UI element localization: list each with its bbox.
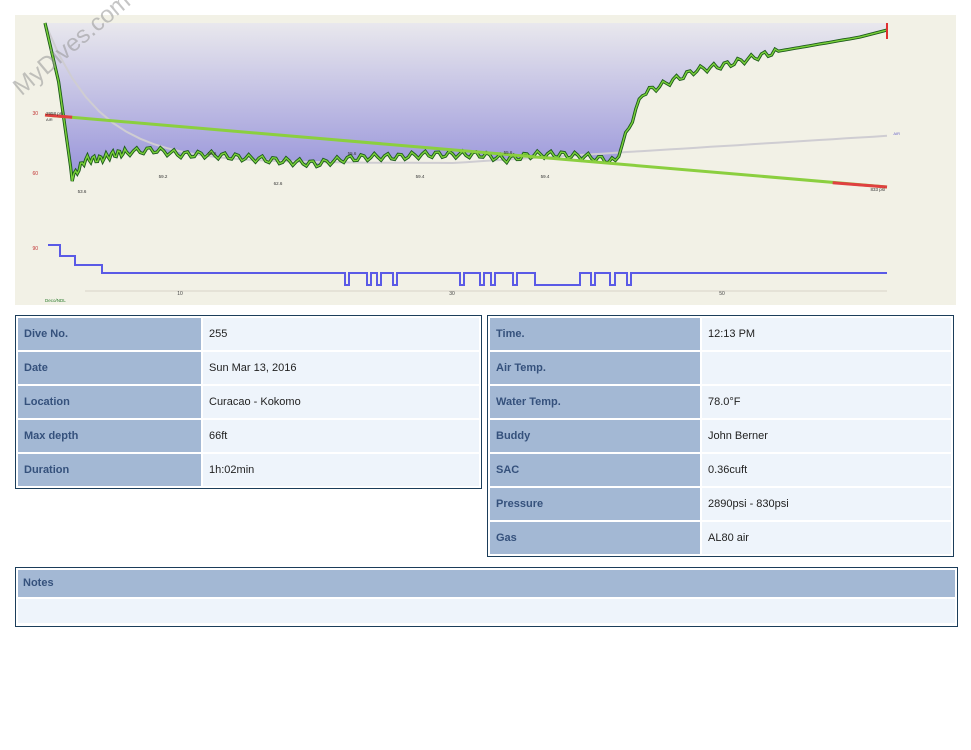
dive-profile-svg: 30 60 90 10 30 50 53.6 59.2 62.6 59.4 59.4 55.6 55.6… bbox=[32, 22, 900, 303]
summary-label: Date bbox=[18, 352, 201, 384]
depth-marker-label: 59.2 bbox=[159, 174, 168, 179]
notes-label: Notes bbox=[18, 570, 955, 597]
dive-conditions-table: Time. 12:13 PM Air Temp. Water Temp. 78.0°F B… bbox=[487, 315, 954, 557]
summary-row: Dive No. 255 bbox=[18, 318, 479, 350]
depth-marker-label: 59.4 bbox=[541, 174, 550, 179]
gas-label: AIR bbox=[46, 117, 53, 122]
depth-tick-label: 30 bbox=[32, 111, 38, 117]
summary-label: Max depth bbox=[18, 420, 201, 452]
conditions-row: SAC 0.36cuft bbox=[490, 454, 951, 486]
time-tick-label: 10 bbox=[177, 291, 183, 297]
conditions-row: Time. 12:13 PM bbox=[490, 318, 951, 350]
time-tick-label: 30 bbox=[449, 291, 455, 297]
depth-marker-label: 55.6 bbox=[348, 151, 357, 156]
depth-tick-label: 90 bbox=[32, 246, 38, 252]
summary-row: Date Sun Mar 13, 2016 bbox=[18, 352, 479, 384]
depth-marker-label: 55.6 bbox=[504, 150, 513, 155]
conditions-label: Air Temp. bbox=[490, 352, 700, 384]
conditions-value bbox=[702, 352, 951, 384]
pressure-start-label: 2958 psi bbox=[46, 111, 63, 116]
notes-value bbox=[18, 599, 955, 623]
summary-value: Curacao - Kokomo bbox=[203, 386, 479, 418]
conditions-row: Water Temp. 78.0°F bbox=[490, 386, 951, 418]
summary-row: Max depth 66ft bbox=[18, 420, 479, 452]
summary-label: Location bbox=[18, 386, 201, 418]
dive-summary-table: Dive No. 255 Date Sun Mar 13, 2016 Location C… bbox=[15, 315, 482, 489]
conditions-row: Pressure 2890psi - 830psi bbox=[490, 488, 951, 520]
notes-section: Notes bbox=[15, 567, 958, 627]
summary-value: Sun Mar 13, 2016 bbox=[203, 352, 479, 384]
depth-marker-label: 53.6 bbox=[78, 189, 87, 194]
conditions-row: Buddy John Berner bbox=[490, 420, 951, 452]
conditions-value: 2890psi - 830psi bbox=[702, 488, 951, 520]
conditions-value: 78.0°F bbox=[702, 386, 951, 418]
depth-marker-label: 55.6 bbox=[208, 151, 217, 156]
conditions-value: AL80 air bbox=[702, 522, 951, 554]
conditions-label: Pressure bbox=[490, 488, 700, 520]
ndl-label: Deco/NDL bbox=[45, 298, 66, 303]
conditions-label: Water Temp. bbox=[490, 386, 700, 418]
conditions-label: Time. bbox=[490, 318, 700, 350]
depth-marker-label: 59.4 bbox=[416, 174, 425, 179]
time-tick-label: 50 bbox=[719, 291, 725, 297]
conditions-label: Buddy bbox=[490, 420, 700, 452]
summary-row: Duration 1h:02min bbox=[18, 454, 479, 486]
summary-value: 255 bbox=[203, 318, 479, 350]
summary-row: Location Curacao - Kokomo bbox=[18, 386, 479, 418]
summary-value: 66ft bbox=[203, 420, 479, 452]
conditions-value: John Berner bbox=[702, 420, 951, 452]
conditions-label: SAC bbox=[490, 454, 700, 486]
dive-profile-chart: 30 60 90 10 30 50 53.6 59.2 62.6 59.4 59.4 55.6 55.6… bbox=[8, 0, 956, 305]
pressure-end-label: 833 psi bbox=[870, 187, 885, 192]
conditions-row: Gas AL80 air bbox=[490, 522, 951, 554]
conditions-value: 12:13 PM bbox=[702, 318, 951, 350]
conditions-row: Air Temp. bbox=[490, 352, 951, 384]
conditions-value: 0.36cuft bbox=[702, 454, 951, 486]
summary-value: 1h:02min bbox=[203, 454, 479, 486]
ndl-line bbox=[48, 244, 887, 286]
summary-label: Duration bbox=[18, 454, 201, 486]
depth-tick-label: 60 bbox=[32, 171, 38, 177]
conditions-label: Gas bbox=[490, 522, 700, 554]
summary-label: Dive No. bbox=[18, 318, 201, 350]
gas-end-label: AIR bbox=[893, 131, 900, 136]
depth-marker-label: 62.6 bbox=[274, 181, 283, 186]
